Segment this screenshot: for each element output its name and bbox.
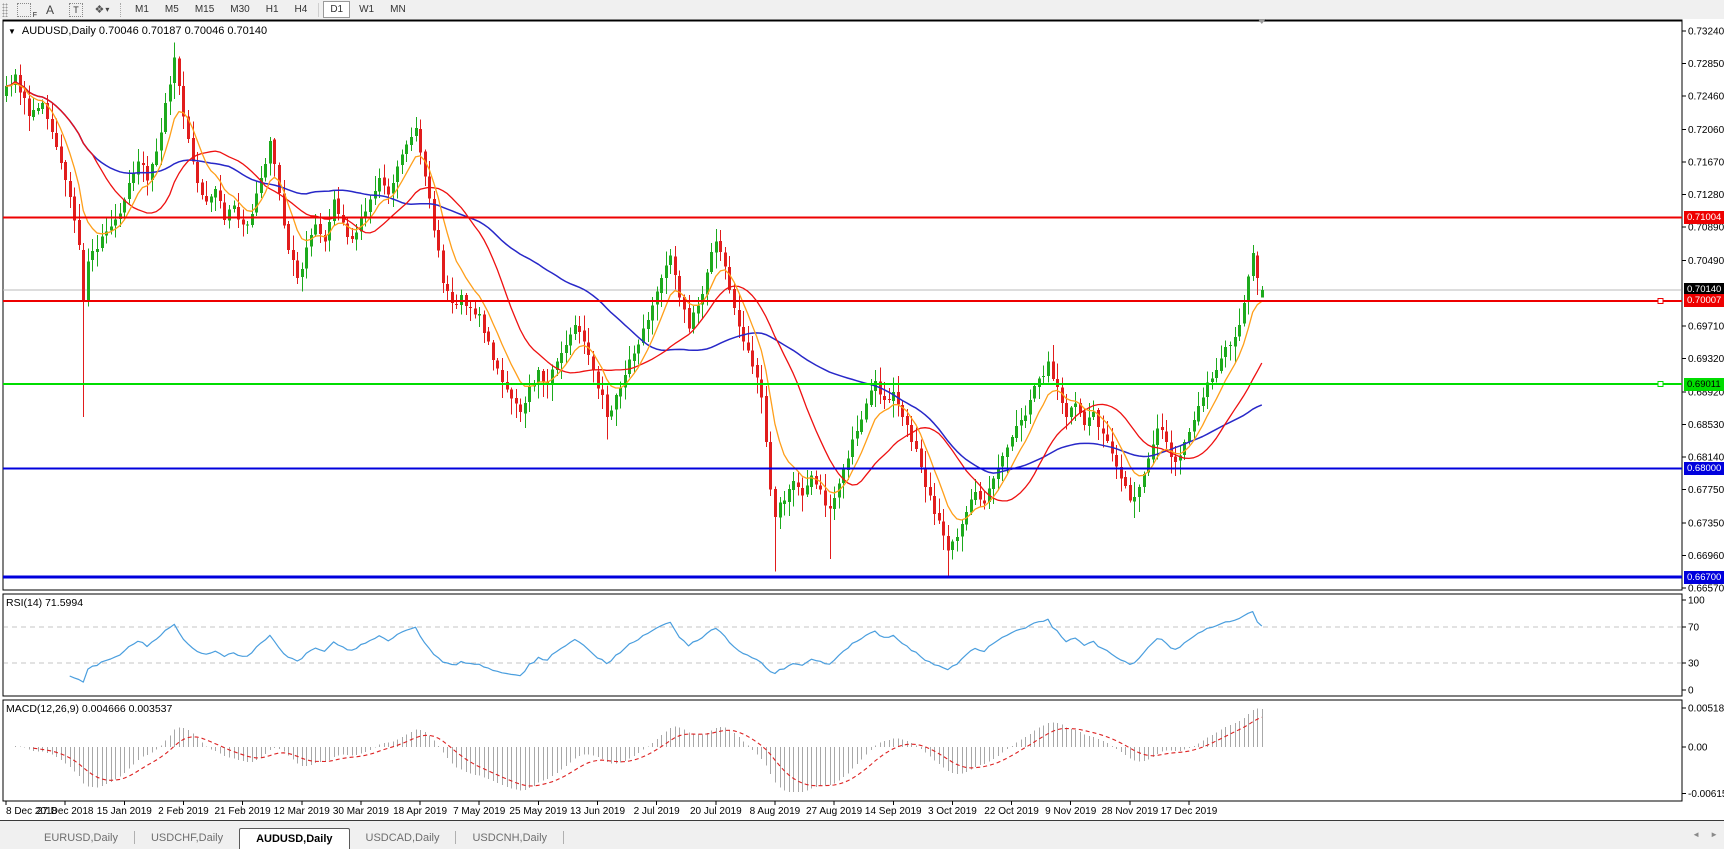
hline-price-label[interactable]: 0.71004 — [1684, 211, 1724, 224]
chart-tab-usdcnh[interactable]: USDCNH,Daily — [456, 829, 563, 847]
date-axis-tick: 8 Aug 2019 — [750, 806, 801, 817]
chart-canvas[interactable]: 0.73240 0.72850 0.72460 0.72060 0.71670 0.712… — [0, 19, 1724, 820]
date-axis-tick: 30 Mar 2019 — [333, 806, 390, 817]
macd-axis-tick: -0.006153 — [1688, 789, 1724, 800]
toolbar-separator — [318, 3, 319, 17]
price-axis-tick: 0.70890 — [1688, 223, 1724, 234]
date-axis-tick: 2 Jul 2019 — [634, 806, 681, 817]
rsi-axis-tick: 100 — [1688, 596, 1705, 607]
chart-tab-usdcad[interactable]: USDCAD,Daily — [350, 829, 456, 847]
toolbar-separator — [120, 3, 122, 17]
timeframe-group: M1M5M15M30H1H4 D1W1MN — [127, 1, 414, 18]
timeframe-w1-button[interactable]: W1 — [352, 1, 381, 18]
chart-tab-audusd[interactable]: AUDUSD,Daily — [239, 828, 349, 849]
rsi-axis-tick: 70 — [1688, 623, 1700, 634]
profile-grip-icon[interactable]: F — [12, 2, 36, 17]
hline-price-label[interactable]: 0.66700 — [1684, 571, 1724, 584]
chart-area: 0.73240 0.72850 0.72460 0.72060 0.71670 0.712… — [0, 19, 1724, 820]
tab-strip: EURUSD,DailyUSDCHF,DailyAUDUSD,DailyUSDC… — [28, 826, 564, 849]
timeframe-m5-button[interactable]: M5 — [158, 1, 186, 18]
text-tool-icon[interactable]: T — [64, 2, 88, 17]
date-axis-tick: 7 May 2019 — [453, 806, 506, 817]
date-axis-tick: 3 Oct 2019 — [928, 806, 977, 817]
tab-scroll: ◄ ► — [1692, 830, 1718, 839]
chart-title-text: AUDUSD,Daily 0.70046 0.70187 0.70046 0.7… — [22, 25, 267, 37]
timeframe-m30-button[interactable]: M30 — [223, 1, 256, 18]
date-axis-tick: 2 Feb 2019 — [158, 806, 209, 817]
date-axis-tick: 28 Nov 2019 — [1101, 806, 1158, 817]
toolbar-grip[interactable] — [2, 3, 8, 17]
chart-tab-usdchf[interactable]: USDCHF,Daily — [135, 829, 239, 847]
rsi-indicator-label: RSI(14) 71.5994 — [6, 597, 83, 609]
macd-indicator-label: MACD(12,26,9) 0.004666 0.003537 — [6, 703, 172, 715]
timeframe-h4-button[interactable]: H4 — [288, 1, 315, 18]
timeframe-d1-button[interactable]: D1 — [323, 1, 350, 18]
date-axis-tick: 20 Jul 2019 — [690, 806, 742, 817]
price-axis-tick: 0.71280 — [1688, 190, 1724, 201]
date-axis-tick: 15 Jan 2019 — [97, 806, 152, 817]
date-axis-tick: 13 Jun 2019 — [570, 806, 625, 817]
price-axis-tick: 0.72060 — [1688, 125, 1724, 136]
price-axis-tick: 0.67750 — [1688, 485, 1724, 496]
tab-scroll-right-icon[interactable]: ► — [1710, 830, 1718, 839]
timeframe-m15-button[interactable]: M15 — [188, 1, 221, 18]
tab-separator — [563, 831, 564, 844]
chart-tab-bar: EURUSD,DailyUSDCHF,DailyAUDUSD,DailyUSDC… — [0, 820, 1724, 849]
rsi-axis-tick: 30 — [1688, 659, 1700, 670]
price-axis-tick: 0.69320 — [1688, 354, 1724, 365]
price-axis-tick: 0.66960 — [1688, 551, 1724, 562]
price-axis-tick: 0.73240 — [1688, 27, 1724, 38]
date-axis-tick: 12 Mar 2019 — [274, 806, 331, 817]
date-axis-tick: 25 May 2019 — [509, 806, 567, 817]
mt4-window: F A T ❖ ▾ M1M5M15M30H1H4D1W1MN 0.732400.… — [0, 0, 1724, 849]
hline-price-label[interactable]: 0.69011 — [1684, 378, 1724, 391]
price-axis-tick: 0.72850 — [1688, 59, 1724, 70]
timeframe-m1-button[interactable]: M1 — [128, 1, 156, 18]
price-axis-tick: 0.72460 — [1688, 92, 1724, 103]
price-axis-tick: 0.70490 — [1688, 256, 1724, 267]
chart-tab-eurusd[interactable]: EURUSD,Daily — [28, 829, 134, 847]
macd-axis-tick: 0.005181 — [1688, 704, 1724, 715]
price-axis-tick: 0.71670 — [1688, 158, 1724, 169]
macd-axis-tick: 0.00 — [1688, 743, 1708, 754]
date-axis-tick: 21 Feb 2019 — [215, 806, 272, 817]
rsi-axis-tick: 0 — [1688, 686, 1694, 697]
date-axis-tick: 14 Sep 2019 — [865, 806, 922, 817]
date-axis-tick: 9 Nov 2019 — [1045, 806, 1097, 817]
price-axis-tick: 0.66570 — [1688, 583, 1724, 594]
tab-scroll-left-icon[interactable]: ◄ — [1692, 830, 1700, 839]
chart-title-collapse-icon[interactable]: ▼ — [8, 27, 16, 36]
chart-title[interactable]: ▼ AUDUSD,Daily 0.70046 0.70187 0.70046 0… — [8, 25, 267, 37]
hline-price-label[interactable]: 0.70007 — [1684, 294, 1724, 307]
font-tool-icon[interactable]: A — [38, 2, 62, 17]
date-axis-tick: 22 Oct 2019 — [984, 806, 1039, 817]
timeframe-h1-button[interactable]: H1 — [259, 1, 286, 18]
price-axis-tick: 0.67350 — [1688, 518, 1724, 529]
date-axis-tick: 27 Dec 2018 — [37, 806, 94, 817]
price-axis-tick: 0.69710 — [1688, 321, 1724, 332]
dropdown-caret-icon[interactable]: ▾ — [105, 5, 109, 14]
hline-price-label[interactable]: 0.68000 — [1684, 462, 1724, 475]
toolbar: F A T ❖ ▾ M1M5M15M30H1H4 D1W1MN — [0, 0, 1724, 20]
price-axis-tick: 0.68530 — [1688, 420, 1724, 431]
crosshair-tool-icon[interactable]: ❖ ▾ — [90, 2, 114, 17]
date-axis-tick: 17 Dec 2019 — [1161, 806, 1218, 817]
date-axis-tick: 18 Apr 2019 — [393, 806, 447, 817]
timeframe-mn-button[interactable]: MN — [383, 1, 413, 18]
date-axis-tick: 27 Aug 2019 — [806, 806, 863, 817]
